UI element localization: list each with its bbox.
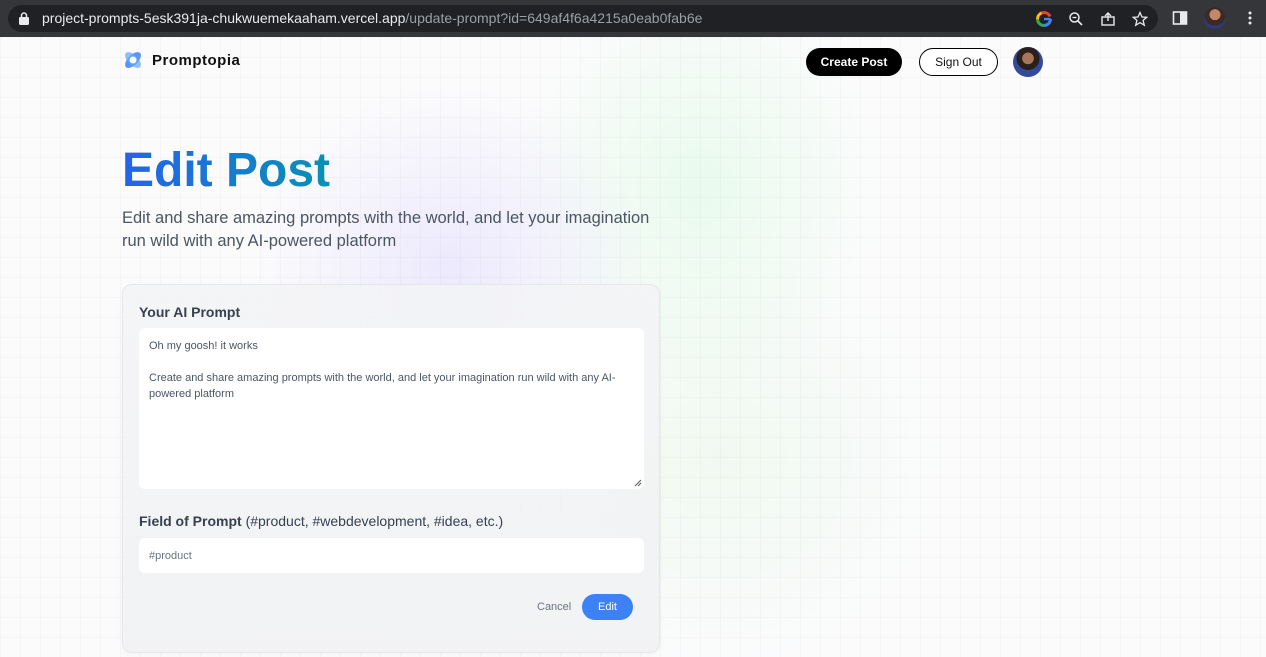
create-post-button[interactable]: Create Post (806, 48, 902, 76)
prompt-text: Oh my goosh! it works Create and share a… (149, 340, 616, 400)
sign-out-button[interactable]: Sign Out (919, 48, 998, 76)
star-icon[interactable] (1130, 9, 1150, 29)
brand-logo[interactable]: Promptopia (122, 49, 240, 71)
tag-input[interactable]: #product (139, 538, 644, 573)
share-icon[interactable] (1098, 9, 1118, 29)
tag-value: #product (149, 549, 192, 562)
tag-hint: (#product, #webdevelopment, #idea, etc.) (245, 513, 504, 529)
brand-name: Promptopia (152, 51, 241, 69)
prompt-textarea[interactable]: Oh my goosh! it works Create and share a… (139, 328, 644, 489)
resize-handle-icon[interactable] (634, 479, 642, 487)
top-nav: Promptopia Create Post Sign Out (122, 47, 1044, 77)
edit-button[interactable]: Edit (582, 594, 633, 620)
address-bar[interactable]: project-prompts-5esk391ja-chukwuemekaaha… (8, 5, 1158, 32)
url-text[interactable]: project-prompts-5esk391ja-chukwuemekaaha… (42, 10, 702, 26)
google-icon[interactable] (1034, 9, 1054, 29)
zoom-icon[interactable] (1066, 9, 1086, 29)
prompt-label: Your AI Prompt (139, 304, 241, 320)
menu-icon[interactable] (1240, 6, 1260, 30)
tag-label-text: Field of Prompt (139, 513, 242, 529)
sidepanel-icon[interactable] (1170, 6, 1190, 30)
tag-label: Field of Prompt (#product, #webdevelopme… (139, 513, 503, 529)
url-host: project-prompts-5esk391ja-chukwuemekaaha… (42, 10, 406, 26)
lock-icon (19, 12, 29, 25)
logo-icon (125, 52, 141, 68)
edit-form: Your AI Prompt Oh my goosh! it works Cre… (122, 284, 660, 653)
profile-avatar[interactable] (1204, 7, 1226, 29)
user-avatar[interactable] (1013, 47, 1043, 77)
url-path: /update-prompt?id=649af4f6a4215a0eab0fab… (405, 10, 703, 26)
page-title: Edit Post (122, 144, 331, 197)
page-subtitle: Edit and share amazing prompts with the … (122, 209, 650, 250)
page: Promptopia Create Post Sign Out Edit Pos… (0, 37, 1266, 657)
cancel-link[interactable]: Cancel (537, 601, 571, 613)
browser-toolbar: project-prompts-5esk391ja-chukwuemekaaha… (0, 0, 1266, 37)
